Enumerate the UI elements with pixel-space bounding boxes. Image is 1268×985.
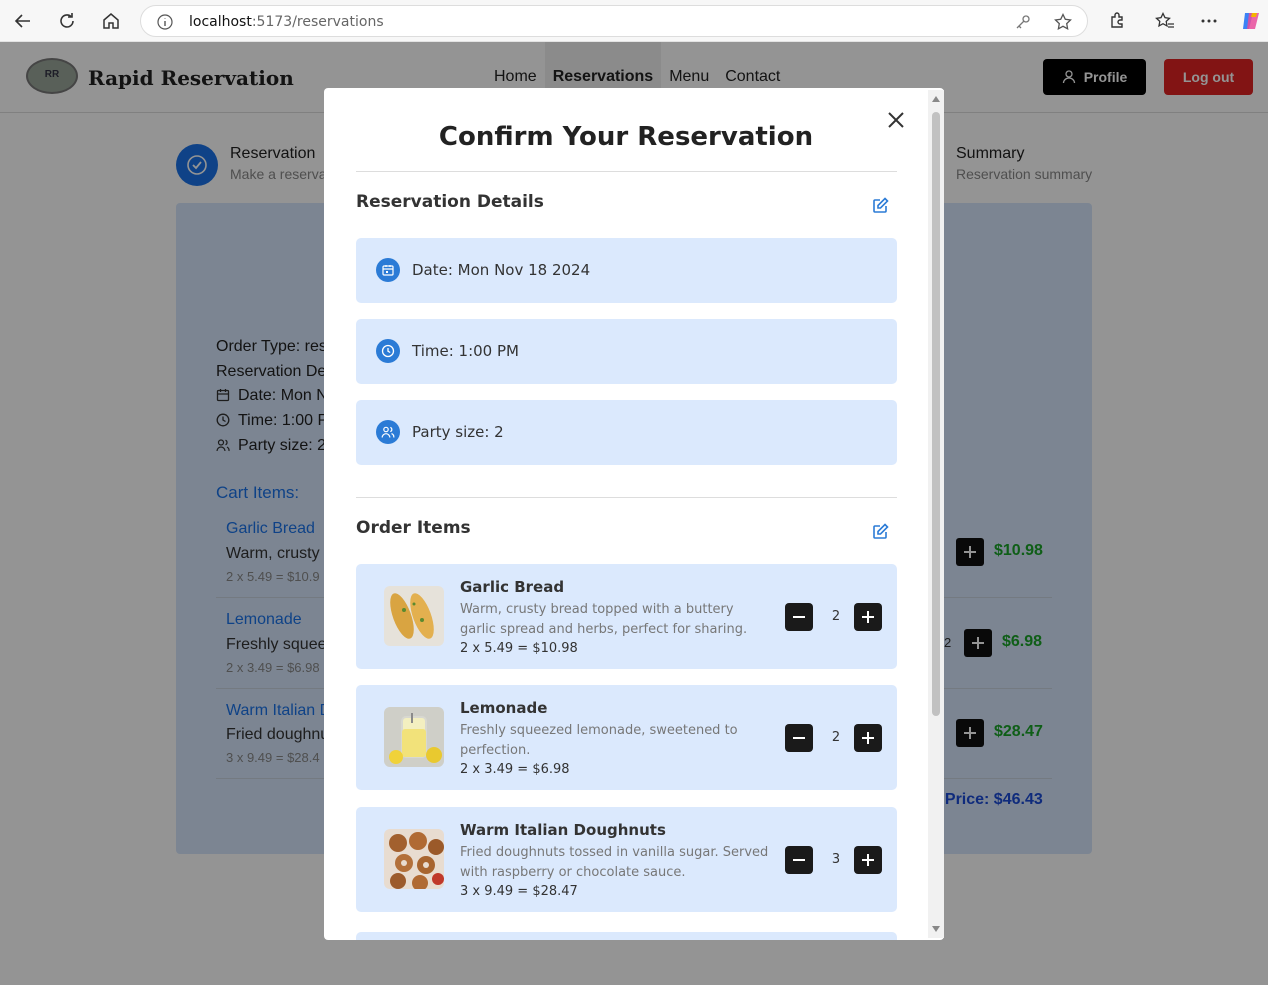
home-icon[interactable] (98, 8, 124, 34)
edit-order-button[interactable] (870, 521, 890, 541)
order-item: Lemonade Freshly squeezed lemonade, swee… (356, 685, 897, 790)
time-text: Time: 1:00 PM (412, 342, 519, 360)
item-description: Fried doughnuts tossed in vanilla sugar.… (460, 845, 769, 880)
item-name: Garlic Bread (460, 578, 565, 596)
browser-toolbar: localhost:5173/reservations (0, 0, 1268, 42)
item-name: Warm Italian Doughnuts (460, 821, 666, 839)
decrease-quantity-button[interactable] (785, 603, 813, 631)
close-modal-button[interactable] (884, 108, 908, 132)
edit-details-button[interactable] (870, 195, 890, 215)
minus-icon (793, 737, 805, 739)
lemonade-photo (384, 707, 444, 767)
increase-quantity-button[interactable] (854, 724, 882, 752)
extensions-icon[interactable] (1104, 8, 1130, 34)
modal-divider (356, 171, 897, 172)
clock-icon (376, 339, 400, 363)
address-bar[interactable]: localhost:5173/reservations (140, 5, 1088, 37)
item-quantity: 3 (831, 852, 841, 867)
time-detail: Time: 1:00 PM (356, 319, 897, 384)
minus-icon (793, 616, 805, 618)
increase-quantity-button[interactable] (854, 846, 882, 874)
date-text: Date: Mon Nov 18 2024 (412, 261, 591, 279)
url-text: localhost:5173/reservations (189, 14, 384, 30)
item-quantity: 2 (831, 609, 841, 624)
favorites-icon[interactable] (1152, 8, 1178, 34)
party-text: Party size: 2 (412, 423, 504, 441)
plus-icon (862, 611, 874, 623)
favorite-star-icon[interactable] (1053, 12, 1073, 32)
party-detail: Party size: 2 (356, 400, 897, 465)
doughnuts-photo (384, 829, 444, 889)
modal-divider (356, 497, 897, 498)
back-icon[interactable] (10, 8, 36, 34)
item-quantity: 2 (831, 730, 841, 745)
copilot-icon[interactable] (1238, 8, 1264, 34)
modal-scrollbar[interactable] (928, 90, 944, 938)
item-subtotal: 2 x 5.49 = $10.98 (460, 641, 578, 656)
minus-icon (793, 859, 805, 861)
confirm-reservation-modal: Confirm Your Reservation Reservation Det… (324, 88, 944, 940)
scroll-up-icon[interactable] (931, 94, 941, 104)
users-icon (376, 420, 400, 444)
order-item (356, 932, 897, 940)
item-name: Lemonade (460, 699, 548, 717)
modal-title: Confirm Your Reservation (438, 122, 814, 152)
garlic-bread-photo (384, 586, 444, 646)
item-subtotal: 3 x 9.49 = $28.47 (460, 884, 578, 899)
reservation-details-heading: Reservation Details (356, 192, 544, 212)
increase-quantity-button[interactable] (854, 603, 882, 631)
item-description: Freshly squeezed lemonade, sweetened to … (460, 723, 738, 758)
order-item: Garlic Bread Warm, crusty bread topped w… (356, 564, 897, 669)
plus-icon (862, 854, 874, 866)
scroll-thumb[interactable] (932, 112, 940, 716)
more-options-icon[interactable] (1196, 8, 1222, 34)
item-description: Warm, crusty bread topped with a buttery… (460, 602, 748, 637)
decrease-quantity-button[interactable] (785, 846, 813, 874)
calendar-icon (376, 258, 400, 282)
date-detail: Date: Mon Nov 18 2024 (356, 238, 897, 303)
close-icon (888, 112, 904, 128)
info-icon[interactable] (155, 12, 175, 32)
order-items-heading: Order Items (356, 518, 471, 538)
plus-icon (862, 732, 874, 744)
edit-icon (872, 522, 889, 539)
edit-icon (872, 196, 889, 213)
decrease-quantity-button[interactable] (785, 724, 813, 752)
order-item: Warm Italian Doughnuts Fried doughnuts t… (356, 807, 897, 912)
key-icon[interactable] (1013, 12, 1033, 32)
item-subtotal: 2 x 3.49 = $6.98 (460, 762, 570, 777)
scroll-down-icon[interactable] (931, 924, 941, 934)
reload-icon[interactable] (54, 8, 80, 34)
